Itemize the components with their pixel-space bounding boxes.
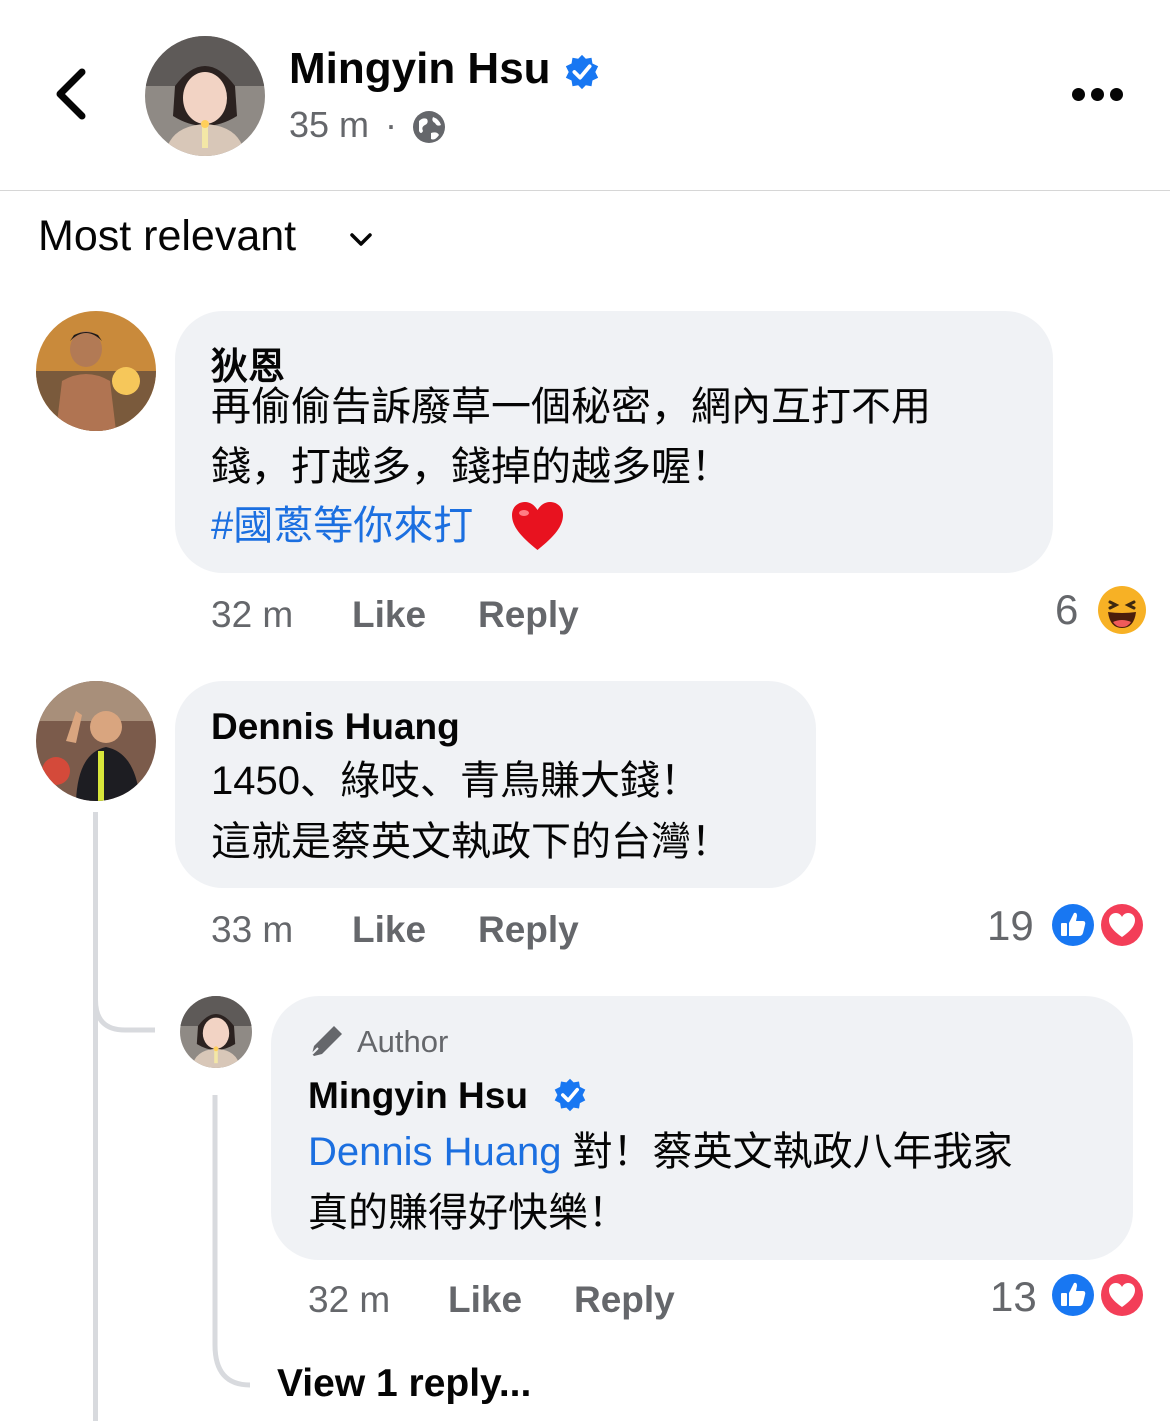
heart-emoji-icon: [512, 502, 563, 550]
reaction-count[interactable]: 13: [990, 1273, 1037, 1321]
like-button[interactable]: Like: [352, 909, 426, 951]
back-icon[interactable]: [48, 62, 96, 126]
reaction-count[interactable]: 6: [1055, 586, 1078, 634]
reply-button[interactable]: Reply: [478, 594, 579, 636]
comment-line: 再偷偷告訴廢草一個秘密，網內互打不用: [211, 385, 931, 429]
thread-connector: [93, 980, 155, 1033]
pen-icon: [311, 1026, 342, 1056]
comment-line: 這就是蔡英文執政下的台灣！: [211, 820, 731, 864]
reply-thread-line: [212, 1095, 251, 1388]
view-replies-link[interactable]: View 1 reply...: [277, 1362, 531, 1406]
hashtag-link[interactable]: #國蔥等你來打: [211, 496, 473, 556]
like-icon[interactable]: [1048, 1270, 1098, 1320]
comment-time: 32 m: [211, 594, 294, 635]
haha-icon[interactable]: [1096, 584, 1148, 636]
like-button[interactable]: Like: [352, 594, 426, 636]
comment-line: 錢，打越多，錢掉的越多喔！: [211, 445, 731, 489]
sort-selector[interactable]: Most relevant: [38, 212, 296, 261]
reply-author-name[interactable]: Mingyin Hsu: [308, 1075, 528, 1117]
reply-button[interactable]: Reply: [478, 909, 579, 951]
mention-link[interactable]: Dennis Huang: [308, 1130, 562, 1174]
author-badge: Author: [357, 1024, 449, 1059]
like-icon[interactable]: [1048, 900, 1098, 950]
author-avatar[interactable]: [145, 36, 265, 156]
chevron-down-icon[interactable]: [346, 225, 376, 255]
commenter-avatar[interactable]: [36, 311, 156, 431]
reply-text: 對！蔡英文執政八年我家: [561, 1130, 1013, 1174]
reply-time: 32 m: [308, 1279, 391, 1320]
thread-line: [93, 812, 98, 1421]
globe-icon: [413, 111, 445, 143]
like-button[interactable]: Like: [448, 1279, 522, 1321]
comment-time: 33 m: [211, 909, 294, 950]
reply-button[interactable]: Reply: [574, 1279, 675, 1321]
author-name[interactable]: Mingyin Hsu: [289, 44, 551, 94]
reaction-count[interactable]: 19: [987, 902, 1034, 950]
verified-icon: [565, 54, 599, 90]
meta-separator: ·: [385, 104, 397, 145]
love-icon[interactable]: [1097, 900, 1147, 950]
commenter-name[interactable]: Dennis Huang: [211, 706, 460, 748]
more-icon[interactable]: [1072, 86, 1124, 106]
comment-line: 1450、綠吱、青鳥賺大錢！: [211, 759, 700, 803]
love-icon[interactable]: [1097, 1270, 1147, 1320]
reply-line: 真的賺得好快樂！: [308, 1191, 628, 1235]
post-header: Mingyin Hsu 35 m ·: [0, 0, 1170, 191]
verified-icon: [554, 1078, 586, 1112]
post-time: 35 m: [289, 104, 370, 145]
reply-avatar[interactable]: [180, 996, 252, 1068]
reply-line: Dennis Huang 對！蔡英文執政八年我家: [308, 1122, 1013, 1182]
commenter-avatar[interactable]: [36, 681, 156, 801]
